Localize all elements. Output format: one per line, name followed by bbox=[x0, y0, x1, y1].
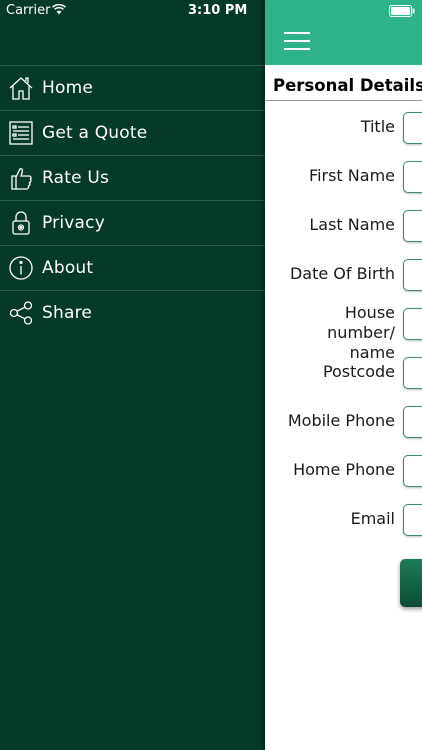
battery-icon bbox=[389, 5, 415, 21]
share-icon bbox=[8, 300, 34, 326]
last-name-field[interactable] bbox=[403, 210, 422, 242]
divider bbox=[265, 100, 422, 101]
lock-icon bbox=[8, 210, 34, 236]
mobile-phone-field[interactable] bbox=[403, 406, 422, 438]
last-name-label: Last Name bbox=[309, 215, 395, 234]
date-of-birth-label: Date Of Birth bbox=[289, 264, 395, 283]
title-field[interactable] bbox=[403, 112, 422, 144]
menu-label: About bbox=[42, 258, 94, 278]
mobile-phone-label: Mobile Phone bbox=[287, 411, 395, 430]
first-name-label: First Name bbox=[309, 166, 395, 185]
menu-label: Share bbox=[42, 303, 93, 323]
submit-button[interactable] bbox=[400, 559, 422, 607]
postcode-field[interactable] bbox=[403, 357, 422, 389]
thumbs-up-icon bbox=[8, 165, 34, 191]
info-icon bbox=[8, 255, 34, 281]
menu-item-privacy[interactable]: Privacy bbox=[0, 200, 265, 245]
side-menu: Home Get a Quote Rate Us Privacy About S… bbox=[0, 65, 265, 335]
quote-form-icon bbox=[8, 120, 34, 146]
menu-item-rate-us[interactable]: Rate Us bbox=[0, 155, 265, 200]
menu-item-get-a-quote[interactable]: Get a Quote bbox=[0, 110, 265, 155]
hamburger-menu-icon[interactable] bbox=[284, 32, 312, 50]
house-number-field[interactable] bbox=[403, 308, 422, 340]
menu-label: Home bbox=[42, 78, 94, 98]
email-field[interactable] bbox=[403, 504, 422, 536]
first-name-field[interactable] bbox=[403, 161, 422, 193]
menu-item-about[interactable]: About bbox=[0, 245, 265, 290]
title-label: Title bbox=[360, 117, 395, 136]
wifi-icon bbox=[52, 3, 66, 19]
menu-label: Get a Quote bbox=[42, 123, 148, 143]
menu-item-share[interactable]: Share bbox=[0, 290, 265, 335]
menu-label: Privacy bbox=[42, 213, 105, 233]
app-screen: Carrier 3:10 PM Home Get a Quote Rate Us… bbox=[0, 0, 422, 750]
content-panel: Personal Details Title First Name Last N… bbox=[265, 0, 422, 750]
menu-item-home[interactable]: Home bbox=[0, 65, 265, 110]
section-title: Personal Details bbox=[273, 76, 422, 95]
date-of-birth-field[interactable] bbox=[403, 259, 422, 291]
house-number-label: House number/ name bbox=[327, 303, 395, 362]
postcode-label: Postcode bbox=[322, 362, 395, 381]
status-bar: Carrier 3:10 PM bbox=[0, 0, 422, 22]
email-label: Email bbox=[350, 509, 395, 528]
menu-label: Rate Us bbox=[42, 168, 110, 188]
home-icon bbox=[8, 75, 34, 101]
home-phone-label: Home Phone bbox=[293, 460, 395, 479]
carrier-label: Carrier bbox=[6, 3, 51, 18]
home-phone-field[interactable] bbox=[403, 455, 422, 487]
status-time: 3:10 PM bbox=[188, 3, 248, 18]
